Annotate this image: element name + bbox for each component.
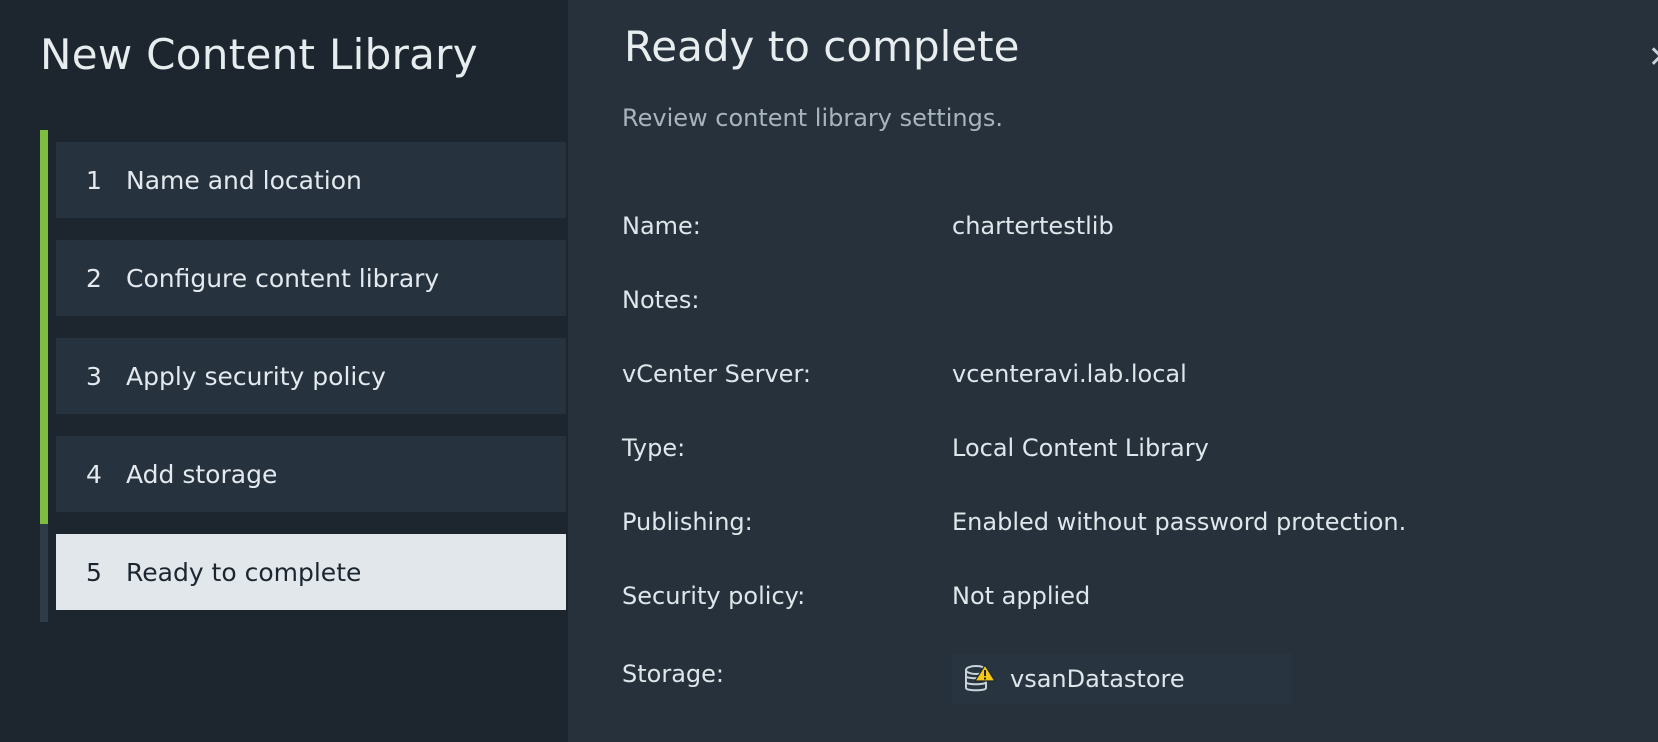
step-ready-to-complete[interactable]: 5 Ready to complete: [56, 534, 566, 610]
step-apply-security-policy[interactable]: 3 Apply security policy: [56, 338, 566, 414]
summary-value: vcenteravi.lab.local: [952, 360, 1187, 388]
step-name-and-location[interactable]: 1 Name and location: [56, 142, 566, 218]
progress-track: [40, 130, 48, 622]
page-subtitle: Review content library settings.: [622, 104, 1003, 132]
storage-datastore-name: vsanDatastore: [1010, 665, 1185, 693]
summary-details: Name: chartertestlib Notes: vCenter Serv…: [622, 200, 1622, 718]
step-label: Configure content library: [126, 263, 440, 293]
step-number: 2: [86, 263, 102, 293]
summary-row-publishing: Publishing: Enabled without password pro…: [622, 496, 1622, 570]
summary-row-notes: Notes:: [622, 274, 1622, 348]
summary-row-name: Name: chartertestlib: [622, 200, 1622, 274]
summary-label: vCenter Server:: [622, 360, 811, 388]
datastore-warning-icon: [965, 663, 996, 692]
step-configure-content-library[interactable]: 2 Configure content library: [56, 240, 566, 316]
step-label: Ready to complete: [126, 557, 362, 587]
wizard-steps: 1 Name and location 2 Configure content …: [56, 142, 566, 632]
summary-row-security-policy: Security policy: Not applied: [622, 570, 1622, 644]
summary-value: chartertestlib: [952, 212, 1114, 240]
storage-datastore-item[interactable]: vsanDatastore: [952, 654, 1292, 704]
summary-value: Local Content Library: [952, 434, 1209, 462]
new-content-library-wizard: New Content Library 1 Name and location …: [0, 0, 1658, 742]
summary-label: Name:: [622, 212, 701, 240]
wizard-main-panel: Ready to complete ✕ Review content libra…: [568, 0, 1658, 742]
close-icon[interactable]: ✕: [1648, 40, 1658, 76]
summary-row-type: Type: Local Content Library: [622, 422, 1622, 496]
summary-row-storage: Storage: vsanDatastore: [622, 644, 1622, 718]
step-label: Add storage: [126, 459, 278, 489]
summary-label: Storage:: [622, 660, 724, 688]
progress-fill: [40, 130, 48, 524]
summary-value: Not applied: [952, 582, 1091, 610]
step-number: 3: [86, 361, 102, 391]
wizard-title: New Content Library: [40, 30, 478, 79]
summary-label: Publishing:: [622, 508, 753, 536]
step-add-storage[interactable]: 4 Add storage: [56, 436, 566, 512]
step-number: 1: [86, 165, 102, 195]
step-number: 5: [86, 557, 102, 587]
summary-row-vcenter-server: vCenter Server: vcenteravi.lab.local: [622, 348, 1622, 422]
summary-label: Notes:: [622, 286, 700, 314]
step-label: Apply security policy: [126, 361, 386, 391]
summary-value: Enabled without password protection.: [952, 508, 1407, 536]
page-title: Ready to complete: [624, 22, 1020, 71]
summary-label: Security policy:: [622, 582, 806, 610]
step-number: 4: [86, 459, 102, 489]
summary-label: Type:: [622, 434, 686, 462]
step-label: Name and location: [126, 165, 362, 195]
wizard-sidebar: New Content Library 1 Name and location …: [0, 0, 568, 742]
